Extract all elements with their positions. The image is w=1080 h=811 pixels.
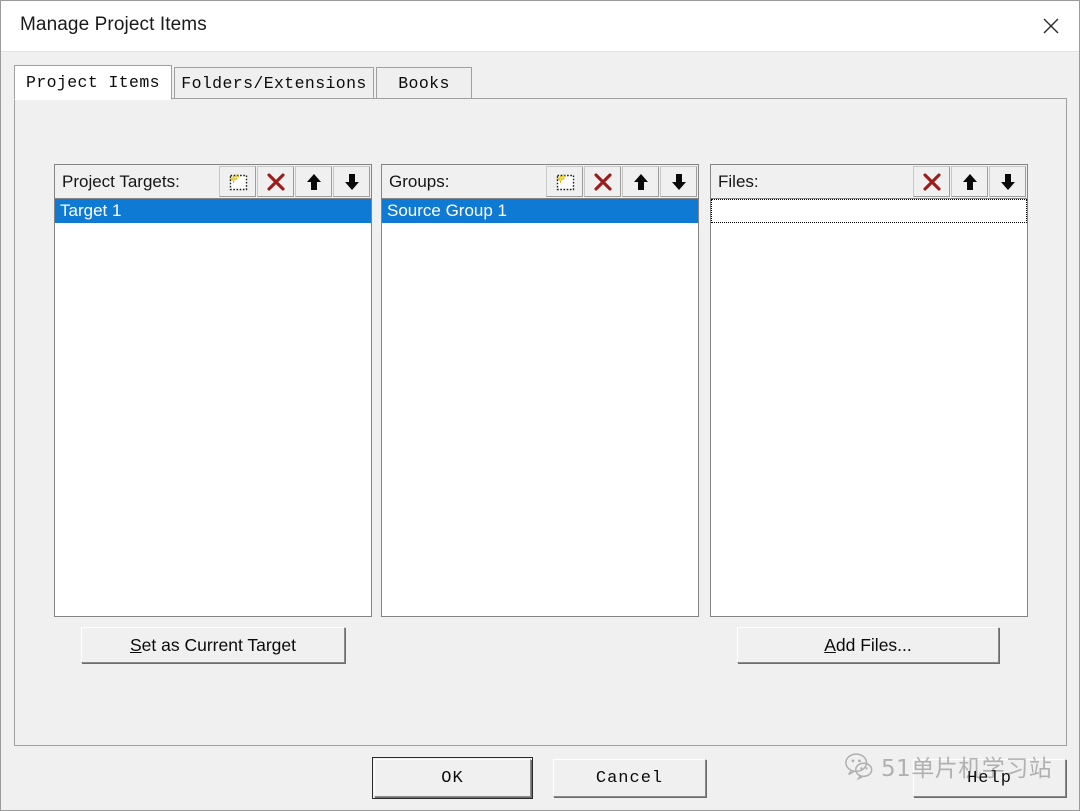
groups-header: Groups: — [381, 164, 699, 198]
dialog-title: Manage Project Items — [20, 14, 207, 35]
groups-listbox[interactable]: Source Group 1 — [381, 198, 699, 617]
tab-label: Folders/Extensions — [181, 74, 367, 93]
move-down-icon[interactable] — [333, 166, 370, 197]
move-up-icon[interactable] — [295, 166, 332, 197]
tab-folders-extensions[interactable]: Folders/Extensions — [174, 67, 374, 99]
ok-button[interactable]: OK — [372, 757, 533, 799]
title-bar: Manage Project Items — [1, 1, 1079, 52]
new-item-icon[interactable] — [546, 166, 583, 197]
manage-project-items-dialog: Manage Project Items Project Items Folde… — [0, 0, 1080, 811]
tab-project-items[interactable]: Project Items — [14, 65, 172, 100]
tab-label: Books — [398, 74, 450, 93]
move-down-icon[interactable] — [989, 166, 1026, 197]
help-button[interactable]: Help — [913, 759, 1066, 797]
tab-label: Project Items — [26, 73, 160, 92]
list-item[interactable]: Source Group 1 — [382, 199, 698, 223]
project-targets-header: Project Targets: — [54, 164, 372, 198]
files-label: Files: — [718, 171, 759, 191]
files-column: Files: — [710, 164, 1028, 617]
new-item-icon[interactable] — [219, 166, 256, 197]
cancel-button[interactable]: Cancel — [553, 759, 706, 797]
files-toolbar — [912, 166, 1026, 197]
project-targets-listbox[interactable]: Target 1 — [54, 198, 372, 617]
project-targets-label: Project Targets: — [62, 171, 180, 191]
add-files-button[interactable]: Add Files... — [737, 627, 999, 663]
wechat-icon — [845, 753, 873, 781]
move-up-icon[interactable] — [622, 166, 659, 197]
set-as-current-target-label: Set as Current Target — [130, 635, 296, 656]
list-item[interactable] — [711, 199, 1027, 223]
add-files-label: Add Files... — [824, 635, 912, 656]
label-rest: dd Files... — [835, 634, 912, 655]
delete-icon[interactable] — [913, 166, 950, 197]
label-rest: et as Current Target — [141, 634, 297, 655]
groups-toolbar — [545, 166, 697, 197]
project-targets-toolbar — [218, 166, 370, 197]
list-item[interactable]: Target 1 — [55, 199, 371, 223]
move-up-icon[interactable] — [951, 166, 988, 197]
tab-books[interactable]: Books — [376, 67, 472, 99]
accelerator-letter: A — [824, 634, 836, 655]
groups-column: Groups: Source Group 1 — [381, 164, 699, 617]
groups-label: Groups: — [389, 171, 450, 191]
move-down-icon[interactable] — [660, 166, 697, 197]
accelerator-letter: S — [129, 634, 142, 655]
project-targets-column: Project Targets: Target 1 — [54, 164, 372, 617]
delete-icon[interactable] — [584, 166, 621, 197]
delete-icon[interactable] — [257, 166, 294, 197]
close-icon[interactable] — [1023, 1, 1079, 51]
tab-panel-project-items: Project Targets: Target 1 Groups: Source… — [14, 98, 1067, 746]
files-listbox[interactable] — [710, 198, 1028, 617]
files-header: Files: — [710, 164, 1028, 198]
set-as-current-target-button[interactable]: Set as Current Target — [81, 627, 345, 663]
